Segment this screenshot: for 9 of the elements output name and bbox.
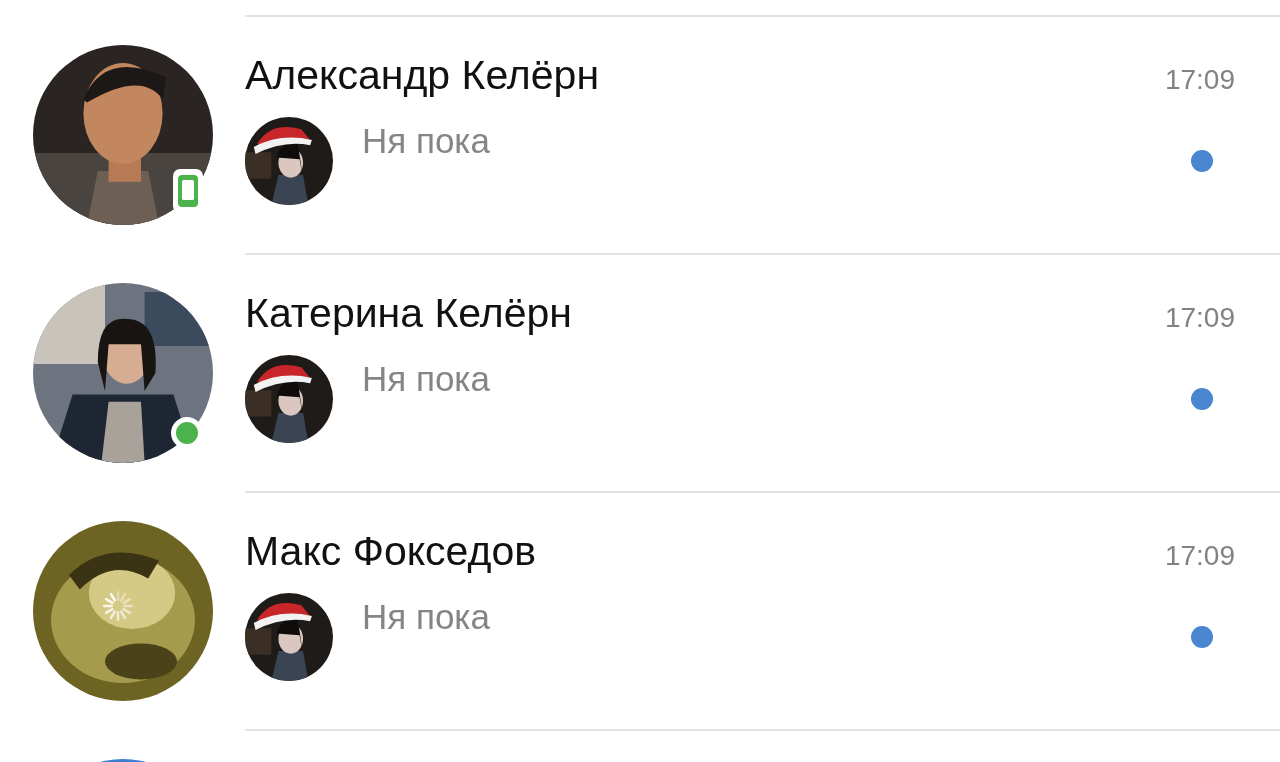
message-time: 17:09 xyxy=(1164,540,1235,572)
contact-name: Макс Фокседов xyxy=(245,527,536,575)
message-preview: Ня пока xyxy=(362,597,491,637)
contact-name: Катерина Келёрн xyxy=(245,289,572,337)
message-time: 17:09 xyxy=(1164,64,1235,96)
contact-name: Александр Келёрн xyxy=(245,51,600,99)
message-preview: Ня пока xyxy=(362,359,491,399)
message-preview: Ня пока xyxy=(362,121,491,161)
message-time: 17:09 xyxy=(1164,302,1235,334)
